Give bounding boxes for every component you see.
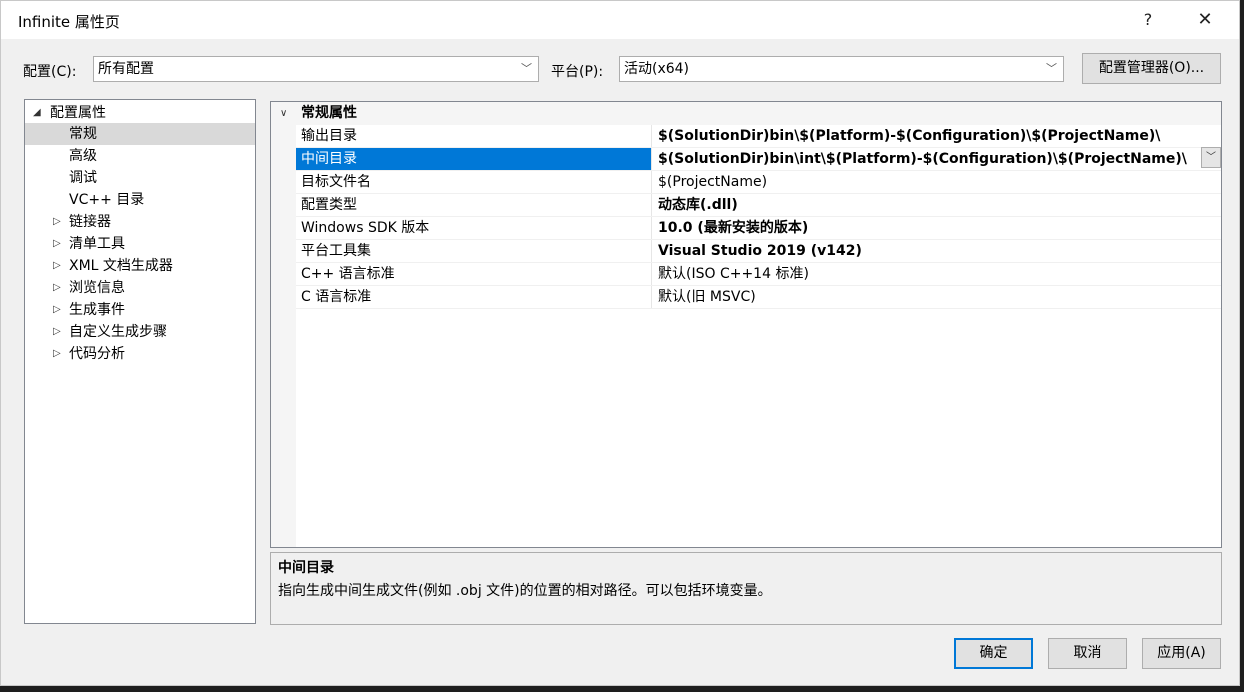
property-row-c-standard[interactable]: C 语言标准 默认(旧 MSVC) [296, 286, 1221, 309]
property-value[interactable]: Visual Studio 2019 (v142) [652, 240, 1221, 262]
property-row-output-dir[interactable]: 输出目录 $(SolutionDir)bin\$(Platform)-$(Con… [296, 125, 1221, 148]
tree-item-custom-build-step[interactable]: ▷ 自定义生成步骤 [25, 321, 255, 343]
tree-item-xml-doc-generator[interactable]: ▷ XML 文档生成器 [25, 255, 255, 277]
property-row-intermediate-dir[interactable]: 中间目录 $(SolutionDir)bin\int\$(Platform)-$… [296, 147, 1221, 171]
tree-item-label: 链接器 [69, 214, 111, 230]
tree-item-label: VC++ 目录 [69, 192, 145, 208]
property-value[interactable]: 默认(ISO C++14 标准) [652, 263, 1221, 285]
description-panel: 中间目录 指向生成中间生成文件(例如 .obj 文件)的位置的相对路径。可以包括… [270, 552, 1222, 625]
title-bar: Infinite 属性页 ? ✕ [1, 1, 1239, 39]
property-row-cpp-standard[interactable]: C++ 语言标准 默认(ISO C++14 标准) [296, 263, 1221, 286]
property-name: 平台工具集 [296, 240, 652, 262]
property-name: C 语言标准 [296, 286, 652, 308]
triangle-right-icon[interactable]: ▷ [53, 343, 61, 365]
tree-item-label: 调试 [69, 170, 97, 186]
triangle-right-icon[interactable]: ▷ [53, 321, 61, 343]
triangle-right-icon[interactable]: ▷ [53, 233, 61, 255]
platform-value: 活动(x64) [624, 61, 690, 77]
config-select[interactable]: 所有配置 ﹀ [93, 56, 539, 82]
property-name: Windows SDK 版本 [296, 217, 652, 239]
tree-item-label: 自定义生成步骤 [69, 324, 167, 340]
tree-item-general[interactable]: 常规 [25, 123, 255, 145]
property-row-platform-toolset[interactable]: 平台工具集 Visual Studio 2019 (v142) [296, 240, 1221, 263]
description-text: 指向生成中间生成文件(例如 .obj 文件)的位置的相对路径。可以包括环境变量。 [278, 583, 772, 599]
property-row-configuration-type[interactable]: 配置类型 动态库(.dll) [296, 194, 1221, 217]
chevron-down-icon[interactable]: ∨ [280, 102, 287, 125]
property-name: C++ 语言标准 [296, 263, 652, 285]
property-value[interactable]: $(SolutionDir)bin\int\$(Platform)-$(Conf… [652, 148, 1201, 170]
triangle-right-icon[interactable]: ▷ [53, 277, 61, 299]
property-tree[interactable]: ◢ 配置属性 常规 高级 调试 VC++ 目录 ▷ 链接器 ▷ 清单工具 ▷ X… [24, 99, 256, 624]
tree-item-advanced[interactable]: 高级 [25, 145, 255, 167]
property-name: 目标文件名 [296, 171, 652, 193]
config-value: 所有配置 [98, 61, 154, 77]
tree-item-vc-directories[interactable]: VC++ 目录 [25, 189, 255, 211]
triangle-right-icon[interactable]: ▷ [53, 211, 61, 233]
property-pages-dialog: Infinite 属性页 ? ✕ 配置(C): 所有配置 ﹀ 平台(P): 活动… [0, 0, 1240, 686]
property-row-target-name[interactable]: 目标文件名 $(ProjectName) [296, 171, 1221, 194]
tree-item-config-properties[interactable]: ◢ 配置属性 [25, 102, 255, 124]
chevron-down-icon: ﹀ [521, 62, 532, 75]
chevron-down-icon: ﹀ [1046, 62, 1057, 75]
tree-item-label: 高级 [69, 148, 97, 164]
tree-item-label: 常规 [69, 126, 97, 142]
tree-item-label: 清单工具 [69, 236, 125, 252]
tree-item-debugging[interactable]: 调试 [25, 167, 255, 189]
property-value[interactable]: 10.0 (最新安装的版本) [652, 217, 1221, 239]
tree-item-label: 生成事件 [69, 302, 125, 318]
tree-item-code-analysis[interactable]: ▷ 代码分析 [25, 343, 255, 365]
property-name: 中间目录 [296, 148, 652, 170]
tree-item-manifest-tool[interactable]: ▷ 清单工具 [25, 233, 255, 255]
property-value[interactable]: 默认(旧 MSVC) [652, 286, 1221, 308]
config-label: 配置(C): [23, 64, 77, 80]
close-button[interactable]: ✕ [1182, 1, 1228, 39]
tree-item-browse-info[interactable]: ▷ 浏览信息 [25, 277, 255, 299]
window-title: Infinite 属性页 [18, 13, 120, 31]
property-grid[interactable]: ∨ 常规属性 输出目录 $(SolutionDir)bin\$(Platform… [270, 101, 1222, 548]
category-label: 常规属性 [301, 105, 357, 121]
tree-item-build-events[interactable]: ▷ 生成事件 [25, 299, 255, 321]
triangle-right-icon[interactable]: ▷ [53, 299, 61, 321]
property-row-sdk-version[interactable]: Windows SDK 版本 10.0 (最新安装的版本) [296, 217, 1221, 240]
tree-item-label: 配置属性 [50, 105, 106, 121]
property-value[interactable]: $(ProjectName) [652, 171, 1221, 193]
ok-button[interactable]: 确定 [954, 638, 1033, 669]
platform-label: 平台(P): [551, 64, 604, 80]
triangle-down-icon[interactable]: ◢ [33, 102, 41, 124]
category-header[interactable]: ∨ 常规属性 [271, 102, 1221, 125]
tree-item-linker[interactable]: ▷ 链接器 [25, 211, 255, 233]
cancel-button[interactable]: 取消 [1048, 638, 1127, 669]
chevron-down-icon[interactable]: ﹀ [1201, 147, 1221, 168]
property-value[interactable]: 动态库(.dll) [652, 194, 1221, 216]
tree-item-label: XML 文档生成器 [69, 258, 173, 274]
platform-select[interactable]: 活动(x64) ﹀ [619, 56, 1064, 82]
property-value[interactable]: $(SolutionDir)bin\$(Platform)-$(Configur… [652, 125, 1221, 147]
apply-button[interactable]: 应用(A) [1142, 638, 1221, 669]
description-title: 中间目录 [278, 560, 334, 576]
property-name: 配置类型 [296, 194, 652, 216]
triangle-right-icon[interactable]: ▷ [53, 255, 61, 277]
property-name: 输出目录 [296, 125, 652, 147]
config-manager-button[interactable]: 配置管理器(O)... [1082, 53, 1221, 84]
tree-item-label: 浏览信息 [69, 280, 125, 296]
grid-gutter [271, 125, 296, 547]
help-button[interactable]: ? [1125, 1, 1171, 39]
tree-item-label: 代码分析 [69, 346, 125, 362]
